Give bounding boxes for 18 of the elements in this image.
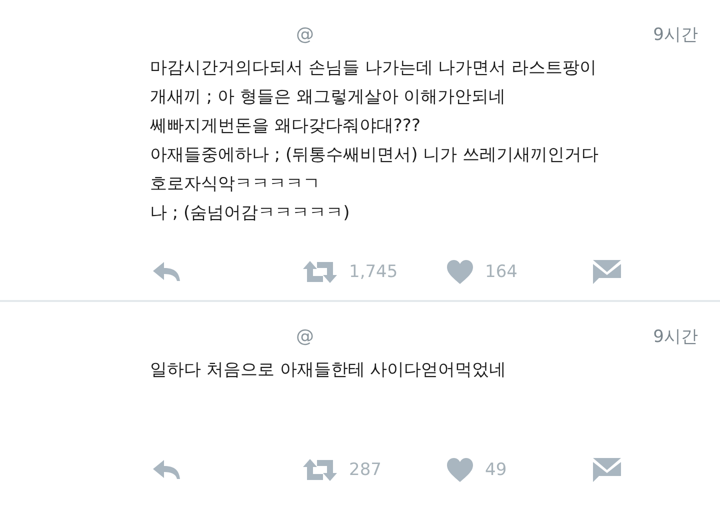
tweet-text: 일하다 처음으로 아재들한테 사이다얻어먹었네 [150, 359, 508, 382]
tweet-text: 마감시간거의다되서 손님들 나가는데 나가면서 라스트팡이 개새끼 ; 아 형들은 왜그렇게살아 이해가안되네 쎄빠지게번돈을 왜다갖다줘야대??? 아재들중에하나 ; (뒤통수쌔비면서) 니가 쓰레기새끼인거다 호로자식악ㅋㅋㅋㅋㄱ 나 ; (숨넘어감ㅋㅋㅋㅋㅋ) [150, 57, 600, 225]
like-count: 49 [485, 460, 507, 480]
envelope-icon[interactable] [593, 260, 621, 284]
user-handle[interactable]: @ [296, 326, 314, 346]
retweet-count: 287 [349, 460, 382, 480]
reply-icon[interactable] [153, 460, 181, 480]
heart-icon[interactable] [447, 458, 473, 482]
retweet-icon[interactable] [303, 459, 337, 481]
tweet-time: 9시간 [653, 326, 698, 348]
reply-icon[interactable] [153, 262, 181, 282]
retweet-icon[interactable] [303, 261, 337, 283]
heart-icon[interactable] [447, 260, 473, 284]
like-count: 164 [485, 262, 518, 282]
tweet-time: 9시간 [653, 24, 698, 46]
user-handle[interactable]: @ [296, 24, 314, 44]
retweet-count: 1,745 [349, 262, 398, 282]
envelope-icon[interactable] [593, 458, 621, 482]
